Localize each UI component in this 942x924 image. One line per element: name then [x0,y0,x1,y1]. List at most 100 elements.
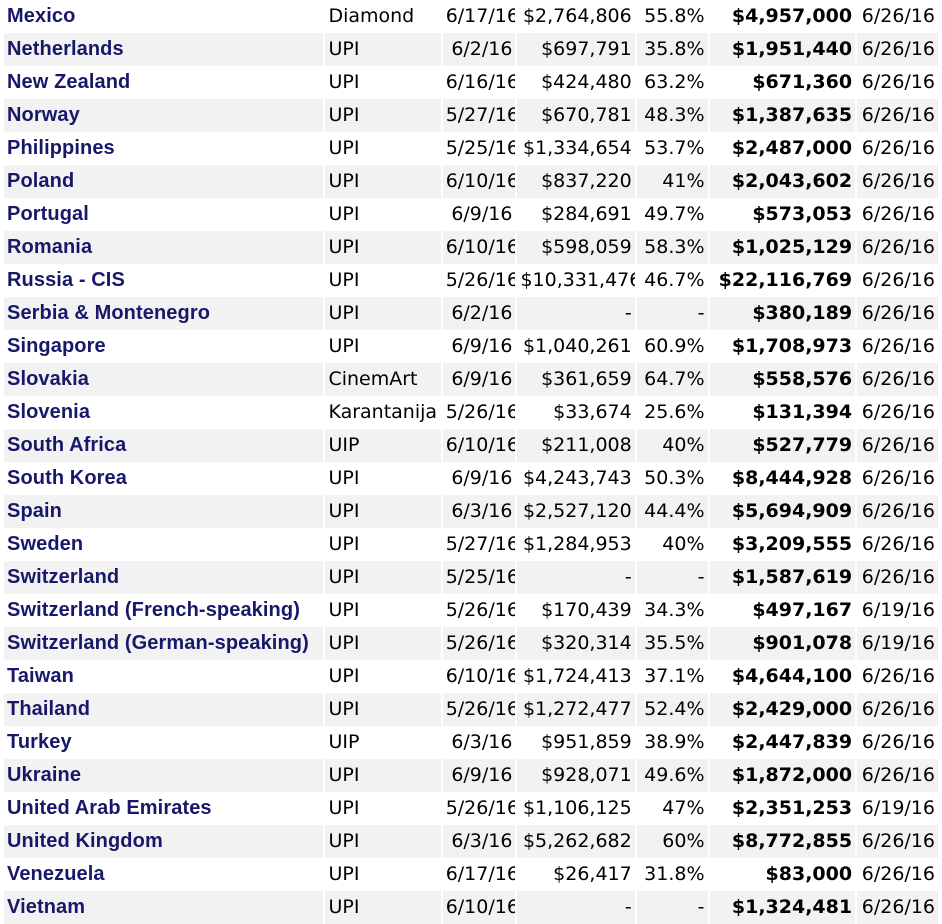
as-of-date-cell: 6/26/16 [857,363,938,396]
country-link[interactable]: Vietnam [4,891,324,924]
country-link[interactable]: Singapore [4,330,324,363]
total-gross-cell: $8,772,855 [709,825,856,858]
opening-gross-cell: $2,764,806 [517,0,635,33]
opening-percent-cell: - [636,561,708,594]
country-link[interactable]: Switzerland (German-speaking) [4,627,324,660]
country-link[interactable]: South Korea [4,462,324,495]
country-link[interactable]: Spain [4,495,324,528]
release-date-cell: 6/17/16 [442,858,516,891]
as-of-date-cell: 6/26/16 [857,396,938,429]
opening-percent-cell: 52.4% [636,693,708,726]
distributor-cell: UPI [325,165,441,198]
table-row: South Africa UIP 6/10/16 $211,008 40% $527,77… [4,429,938,462]
as-of-date-cell: 6/26/16 [857,132,938,165]
distributor-cell: UPI [325,66,441,99]
opening-percent-cell: 49.7% [636,198,708,231]
as-of-date-cell: 6/26/16 [857,99,938,132]
distributor-cell: UPI [325,792,441,825]
opening-percent-cell: 40% [636,429,708,462]
opening-gross-cell: $1,284,953 [517,528,635,561]
country-link[interactable]: Mexico [4,0,324,33]
opening-gross-cell: $5,262,682 [517,825,635,858]
distributor-cell: CinemArt [325,363,441,396]
country-link[interactable]: Slovakia [4,363,324,396]
country-link[interactable]: Netherlands [4,33,324,66]
distributor-cell: UPI [325,759,441,792]
release-date-cell: 6/17/16 [442,0,516,33]
opening-gross-cell: $1,106,125 [517,792,635,825]
country-link[interactable]: South Africa [4,429,324,462]
opening-gross-cell: $320,314 [517,627,635,660]
country-link[interactable]: Norway [4,99,324,132]
table-row: Switzerland (French-speaking) UPI 5/26/16 $… [4,594,938,627]
opening-gross-cell: $670,781 [517,99,635,132]
release-date-cell: 5/27/16 [442,528,516,561]
country-link[interactable]: Switzerland [4,561,324,594]
country-link[interactable]: Portugal [4,198,324,231]
release-date-cell: 6/3/16 [442,726,516,759]
opening-gross-cell: $928,071 [517,759,635,792]
opening-percent-cell: 35.8% [636,33,708,66]
total-gross-cell: $497,167 [709,594,856,627]
opening-gross-cell: $361,659 [517,363,635,396]
total-gross-cell: $380,189 [709,297,856,330]
opening-gross-cell: $211,008 [517,429,635,462]
opening-gross-cell: $951,859 [517,726,635,759]
opening-percent-cell: 31.8% [636,858,708,891]
opening-percent-cell: 44.4% [636,495,708,528]
country-link[interactable]: Switzerland (French-speaking) [4,594,324,627]
box-office-table: Mexico Diamond 6/17/16 $2,764,806 55.8% $4,95… [2,0,940,924]
as-of-date-cell: 6/26/16 [857,891,938,924]
country-link[interactable]: Romania [4,231,324,264]
country-link[interactable]: Sweden [4,528,324,561]
country-link[interactable]: Poland [4,165,324,198]
opening-percent-cell: 64.7% [636,363,708,396]
total-gross-cell: $1,387,635 [709,99,856,132]
as-of-date-cell: 6/19/16 [857,594,938,627]
country-link[interactable]: Slovenia [4,396,324,429]
country-link[interactable]: Thailand [4,693,324,726]
country-link[interactable]: New Zealand [4,66,324,99]
distributor-cell: UPI [325,594,441,627]
as-of-date-cell: 6/19/16 [857,792,938,825]
country-link[interactable]: Venezuela [4,858,324,891]
country-link[interactable]: Taiwan [4,660,324,693]
total-gross-cell: $671,360 [709,66,856,99]
opening-percent-cell: 47% [636,792,708,825]
opening-percent-cell: 49.6% [636,759,708,792]
opening-gross-cell: $1,724,413 [517,660,635,693]
distributor-cell: UPI [325,99,441,132]
distributor-cell: Diamond [325,0,441,33]
as-of-date-cell: 6/26/16 [857,726,938,759]
country-link[interactable]: Philippines [4,132,324,165]
table-row: Sweden UPI 5/27/16 $1,284,953 40% $3,209,555 6… [4,528,938,561]
country-link[interactable]: Turkey [4,726,324,759]
release-date-cell: 6/10/16 [442,891,516,924]
opening-gross-cell: $1,040,261 [517,330,635,363]
table-row: Romania UPI 6/10/16 $598,059 58.3% $1,025,129… [4,231,938,264]
total-gross-cell: $2,351,253 [709,792,856,825]
as-of-date-cell: 6/26/16 [857,330,938,363]
opening-percent-cell: 58.3% [636,231,708,264]
country-link[interactable]: United Kingdom [4,825,324,858]
total-gross-cell: $2,487,000 [709,132,856,165]
total-gross-cell: $1,587,619 [709,561,856,594]
country-link[interactable]: Russia - CIS [4,264,324,297]
total-gross-cell: $5,694,909 [709,495,856,528]
country-link[interactable]: Serbia & Montenegro [4,297,324,330]
country-link[interactable]: United Arab Emirates [4,792,324,825]
as-of-date-cell: 6/26/16 [857,528,938,561]
opening-gross-cell: - [517,297,635,330]
release-date-cell: 6/10/16 [442,660,516,693]
total-gross-cell: $1,872,000 [709,759,856,792]
opening-percent-cell: 46.7% [636,264,708,297]
distributor-cell: UPI [325,132,441,165]
release-date-cell: 6/10/16 [442,429,516,462]
opening-percent-cell: 50.3% [636,462,708,495]
release-date-cell: 5/27/16 [442,99,516,132]
table-row: Vietnam UPI 6/10/16- - $1,324,481 6/26/16 [4,891,938,924]
release-date-cell: 5/26/16 [442,693,516,726]
country-link[interactable]: Ukraine [4,759,324,792]
release-date-cell: 5/25/16 [442,561,516,594]
opening-gross-cell: $2,527,120 [517,495,635,528]
